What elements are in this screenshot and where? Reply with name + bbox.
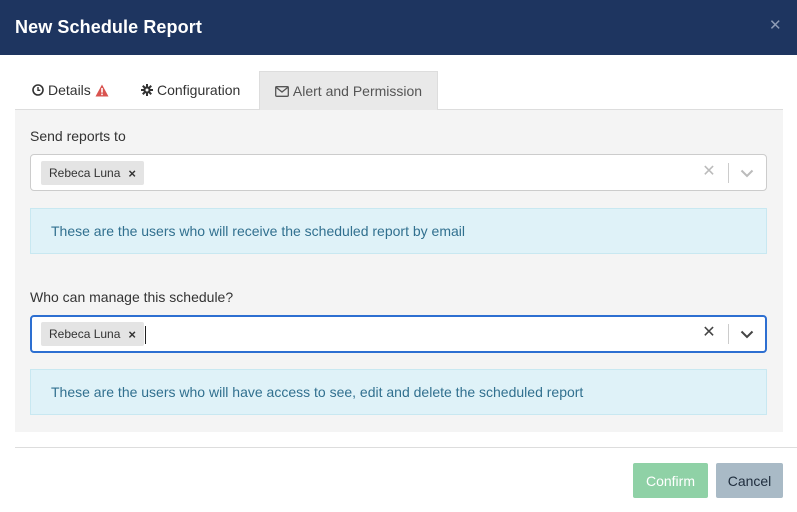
- chevron-down-icon[interactable]: [739, 165, 755, 181]
- tab-details-label: Details: [48, 82, 91, 98]
- chip-label: Rebeca Luna: [49, 166, 121, 180]
- tab-alert-and-permission[interactable]: Alert and Permission: [259, 71, 438, 110]
- select-divider: [728, 163, 729, 183]
- send-reports-label: Send reports to: [30, 128, 126, 144]
- schedule-report-dialog: New Schedule Report ✕ Details Configurat…: [0, 0, 797, 512]
- tab-bar: Details Configuration Alert and Permissi…: [15, 71, 783, 110]
- warning-icon: [95, 84, 109, 97]
- send-reports-info: These are the users who will receive the…: [30, 208, 767, 254]
- manage-schedule-info: These are the users who will have access…: [30, 369, 767, 415]
- chip-remove-icon[interactable]: ×: [128, 166, 136, 181]
- tab-configuration-label: Configuration: [157, 82, 241, 98]
- gear-icon: [141, 84, 153, 96]
- tab-details[interactable]: Details: [32, 71, 109, 109]
- envelope-icon: [274, 85, 289, 97]
- clear-selection-icon[interactable]: ✕: [702, 325, 716, 341]
- tab-alert-label: Alert and Permission: [292, 83, 423, 99]
- manage-schedule-label: Who can manage this schedule?: [30, 289, 234, 305]
- close-icon[interactable]: ✕: [769, 18, 782, 33]
- clear-selection-icon[interactable]: ✕: [702, 164, 716, 180]
- footer-divider: [15, 447, 797, 448]
- confirm-button[interactable]: Confirm: [633, 463, 708, 498]
- recipient-chip: Rebeca Luna ×: [41, 161, 144, 185]
- chip-label: Rebeca Luna: [49, 327, 121, 341]
- chip-remove-icon[interactable]: ×: [128, 327, 136, 342]
- dialog-title: New Schedule Report: [15, 17, 202, 37]
- select-divider: [728, 324, 729, 344]
- tab-configuration[interactable]: Configuration: [141, 71, 240, 109]
- send-reports-select[interactable]: Rebeca Luna × ✕: [30, 154, 767, 191]
- clock-icon: [32, 84, 44, 96]
- cancel-button[interactable]: Cancel: [716, 463, 783, 498]
- dialog-header: New Schedule Report ✕: [0, 0, 797, 55]
- manage-schedule-select[interactable]: Rebeca Luna × ✕: [30, 315, 767, 353]
- manager-chip: Rebeca Luna ×: [41, 322, 144, 346]
- alert-permission-panel: Send reports to Rebeca Luna × ✕ These ar…: [15, 110, 783, 432]
- text-cursor: [145, 326, 146, 344]
- chevron-down-icon[interactable]: [739, 326, 755, 342]
